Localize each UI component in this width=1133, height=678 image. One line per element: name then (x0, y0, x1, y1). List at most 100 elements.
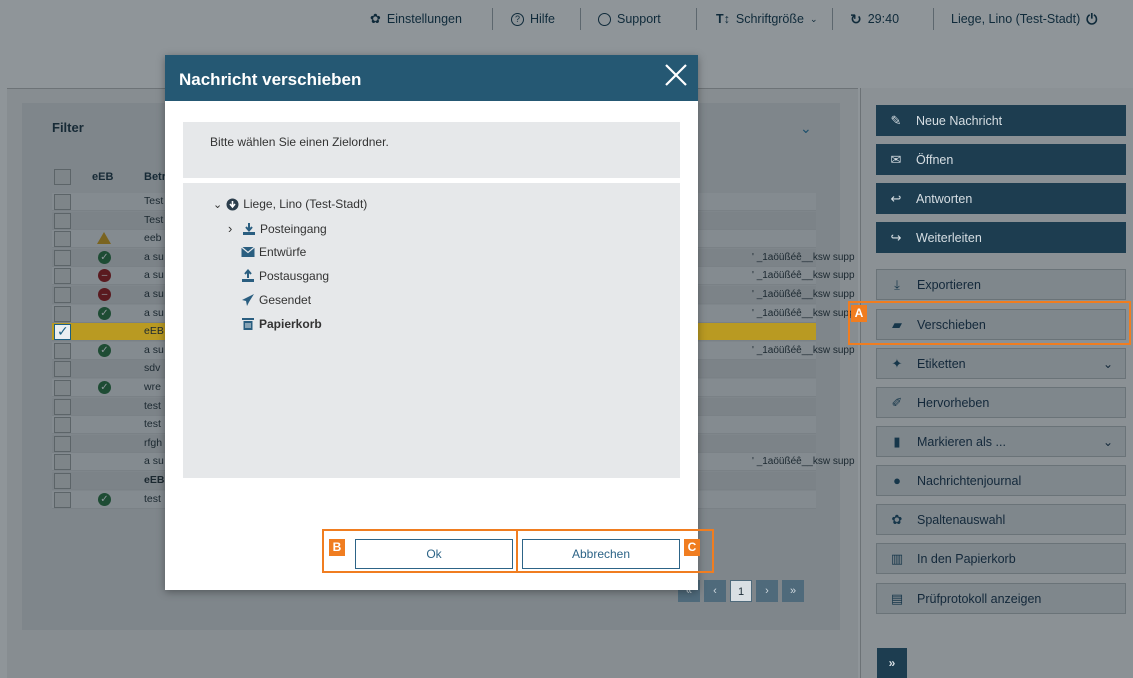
row-checkbox[interactable] (54, 491, 71, 508)
font-size-label: Schriftgröße (735, 12, 804, 26)
column-header-subject[interactable]: Betr (144, 171, 166, 183)
circle-arrow-down-icon (226, 198, 239, 210)
row-checkbox[interactable] (54, 249, 71, 266)
support-label: Support (617, 12, 661, 26)
session-timer[interactable]: ↻ 29:40 (850, 10, 899, 28)
export-button[interactable]: ⤓ Exportieren (876, 269, 1126, 300)
journal-label: Nachrichtenjournal (917, 473, 1022, 488)
last-page-button[interactable]: » (782, 580, 804, 602)
row-subject: a su (144, 343, 164, 356)
close-icon[interactable] (662, 61, 690, 89)
font-size-dropdown[interactable]: T↕ Schriftgröße ⌄ (716, 10, 818, 28)
info-icon: ● (893, 473, 901, 488)
highlight-button[interactable]: ✐ Hervorheben (876, 387, 1126, 418)
row-checkbox[interactable] (54, 398, 71, 415)
check-circle-icon: ✓ (98, 492, 111, 506)
trash-icon (242, 318, 254, 330)
callout-b-frame (322, 529, 518, 573)
tree-item-trash[interactable]: Papierkorb (241, 317, 322, 331)
column-header-eeb[interactable]: eEB (92, 171, 113, 183)
settings-link[interactable]: ✿ Einstellungen (370, 10, 462, 28)
row-checkbox[interactable] (54, 305, 71, 322)
open-button[interactable]: ✉ Öffnen (876, 144, 1126, 175)
row-checkbox[interactable] (54, 231, 71, 248)
instruction-box: Bitte wählen Sie einen Zielordner. (183, 122, 680, 178)
current-page[interactable]: 1 (730, 580, 752, 602)
move-message-dialog: Nachricht verschieben Bitte wählen Sie e… (165, 55, 698, 590)
tree-item-sent[interactable]: Gesendet (241, 293, 311, 307)
row-recipient: ' _1aöüßéê__ksw supp (752, 270, 855, 282)
pin-icon: ✦ (891, 355, 903, 371)
next-page-button[interactable]: › (756, 580, 778, 602)
tree-item-drafts[interactable]: Entwürfe (241, 245, 306, 259)
mark-as-dropdown[interactable]: ▮ Markieren als ... ⌄ (876, 426, 1126, 457)
row-checkbox[interactable] (54, 380, 71, 396)
row-checkbox[interactable] (54, 194, 71, 210)
row-subject: eEB (144, 474, 165, 486)
tree-outbox-label: Postausgang (259, 269, 330, 283)
check-circle-icon: ✓ (98, 381, 111, 394)
tree-sent-label: Gesendet (259, 293, 312, 307)
divider (696, 8, 697, 30)
prev-page-button[interactable]: ‹ (704, 580, 726, 602)
filter-title: Filter (52, 120, 84, 135)
chevron-down-icon[interactable]: ⌄ (800, 120, 812, 137)
chevron-down-icon: ⌄ (1102, 356, 1113, 371)
row-subject: a su (144, 269, 164, 282)
column-selection-button[interactable]: ✿ Spaltenauswahl (876, 504, 1126, 535)
settings-label: Einstellungen (386, 12, 462, 26)
forward-button[interactable]: ↪ Weiterleiten (876, 222, 1126, 253)
mark-as-label: Markieren als ... (917, 434, 1006, 449)
row-checkbox[interactable] (54, 323, 71, 341)
dialog-title: Nachricht verschieben (179, 70, 362, 89)
help-link[interactable]: ? Hilfe (511, 10, 555, 28)
row-subject: test (144, 399, 161, 412)
forward-icon: ↪ (890, 229, 902, 245)
expand-sidebar-button[interactable]: » (877, 648, 907, 678)
trash-label: In den Papierkorb (917, 551, 1016, 566)
tree-item-outbox[interactable]: Postausgang (241, 269, 329, 283)
download-icon: ⤓ (894, 276, 900, 292)
chevron-down-icon[interactable]: ⌄ (213, 198, 222, 211)
journal-button[interactable]: ● Nachrichtenjournal (876, 465, 1126, 496)
column-selection-label: Spaltenauswahl (917, 512, 1006, 527)
labels-label: Etiketten (917, 356, 966, 371)
user-menu[interactable]: Liege, Lino (Test-Stadt) ⏻ (951, 10, 1097, 28)
labels-dropdown[interactable]: ✦ Etiketten ⌄ (876, 348, 1126, 379)
row-subject: rfgh (144, 436, 163, 449)
row-subject: Test (144, 213, 164, 226)
select-all-checkbox[interactable] (54, 169, 71, 185)
reply-button[interactable]: ↩ Antworten (876, 183, 1126, 214)
dialog-header: Nachricht verschieben (165, 55, 698, 101)
row-recipient: ' _1aöüßéê__ksw supp (752, 251, 855, 263)
highlight-label: Hervorheben (917, 395, 990, 410)
no-entry-icon: – (98, 269, 111, 283)
callout-c-tag: C (684, 539, 700, 556)
row-subject: eeb (144, 232, 162, 245)
protocol-button[interactable]: ▤ Prüfprotokoll anzeigen (876, 583, 1126, 614)
row-checkbox[interactable] (54, 268, 71, 285)
divider (832, 8, 833, 30)
tree-root[interactable]: ⌄ Liege, Lino (Test-Stadt) (213, 197, 367, 211)
row-recipient: ' _1aöüßéê__ksw supp (752, 289, 855, 300)
callout-a-frame (848, 301, 1131, 345)
chevron-right-icon[interactable]: › (228, 221, 238, 236)
gear-icon: ✿ (891, 511, 903, 527)
row-checkbox[interactable] (54, 435, 71, 452)
new-message-label: Neue Nachricht (916, 113, 1003, 128)
row-subject: wre (144, 381, 161, 393)
row-checkbox[interactable] (54, 417, 71, 434)
tree-item-inbox[interactable]: › Posteingang (228, 221, 327, 236)
row-checkbox[interactable] (54, 287, 71, 303)
tree-root-label: Liege, Lino (Test-Stadt) (243, 197, 368, 211)
trash-button[interactable]: ▥ In den Papierkorb (876, 543, 1126, 574)
row-subject: a su (144, 288, 164, 300)
new-message-button[interactable]: ✎ Neue Nachricht (876, 105, 1126, 136)
row-checkbox[interactable] (54, 454, 71, 471)
row-checkbox[interactable] (54, 361, 71, 378)
row-checkbox[interactable] (54, 342, 71, 359)
power-icon[interactable]: ⏻ (1086, 11, 1097, 28)
row-checkbox[interactable] (54, 473, 71, 489)
row-checkbox[interactable] (54, 212, 71, 229)
support-link[interactable]: Support (598, 10, 661, 28)
